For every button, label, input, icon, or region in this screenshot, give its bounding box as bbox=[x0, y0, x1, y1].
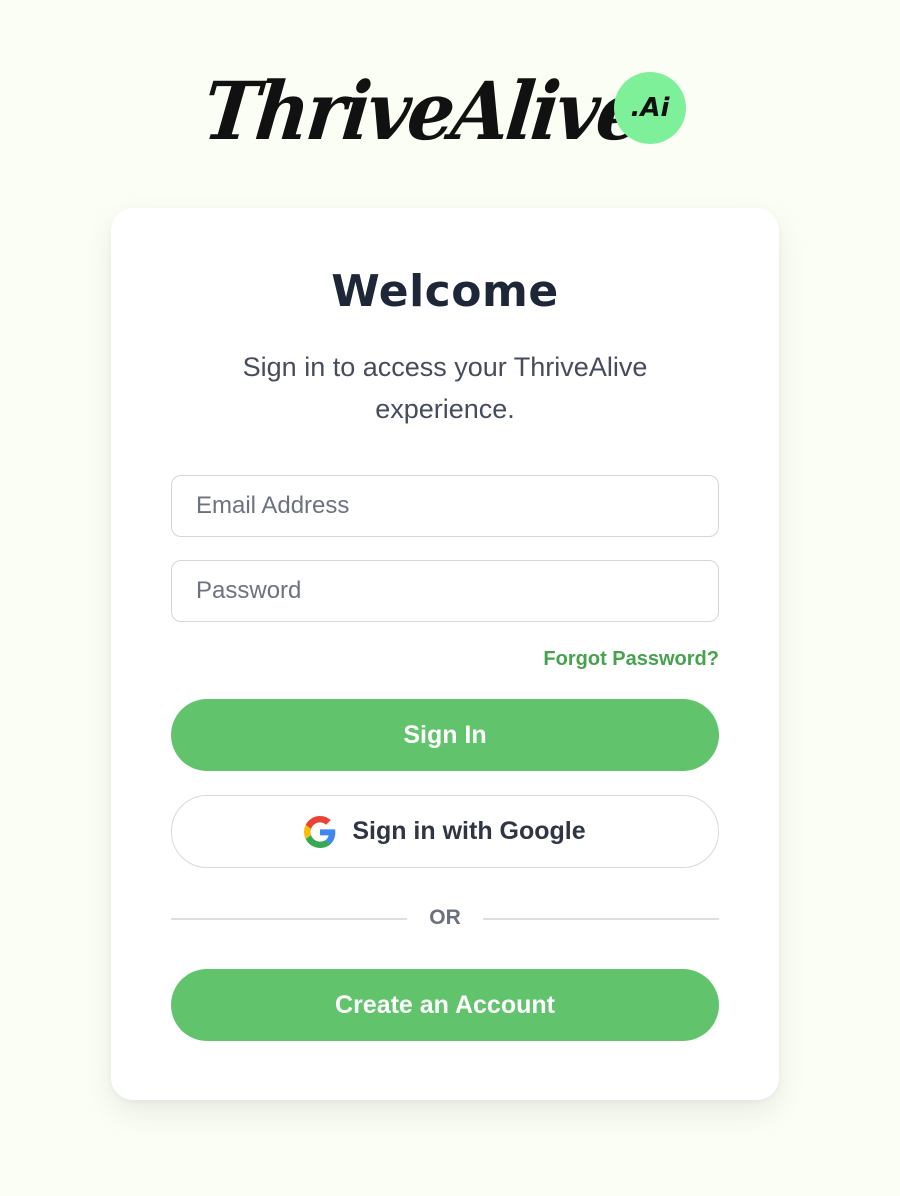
sign-in-button[interactable]: Sign In bbox=[171, 699, 719, 771]
email-field[interactable] bbox=[171, 475, 719, 537]
or-divider: OR bbox=[171, 905, 719, 931]
password-field[interactable] bbox=[171, 560, 719, 622]
logo-wordmark: ThriveAlive bbox=[199, 65, 646, 159]
login-card: Welcome Sign in to access your ThriveAli… bbox=[111, 208, 779, 1100]
page-subtitle: Sign in to access your ThriveAlive exper… bbox=[242, 352, 648, 424]
divider-line-right bbox=[483, 918, 719, 920]
google-sign-in-button[interactable]: Sign in with Google bbox=[171, 795, 719, 868]
google-button-label: Sign in with Google bbox=[352, 817, 586, 845]
forgot-password-link[interactable]: Forgot Password? bbox=[543, 648, 719, 671]
page-title: Welcome bbox=[331, 266, 559, 317]
logo-badge: .Ai bbox=[614, 72, 686, 144]
logo: ThriveAlive .Ai bbox=[199, 60, 694, 164]
google-icon bbox=[304, 815, 336, 848]
login-page: ThriveAlive .Ai Welcome Sign in to acces… bbox=[0, 0, 900, 1196]
create-account-button[interactable]: Create an Account bbox=[171, 969, 719, 1041]
